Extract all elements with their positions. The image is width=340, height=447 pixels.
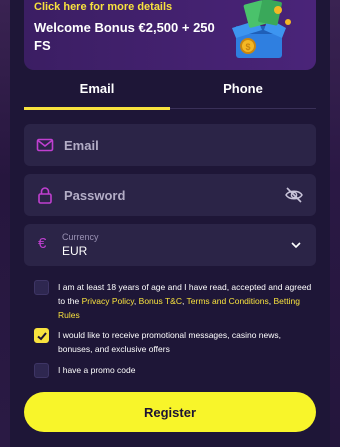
email-field-container bbox=[24, 124, 316, 166]
mail-icon bbox=[36, 138, 54, 152]
currency-select[interactable]: € Currency EUR bbox=[24, 224, 316, 266]
background-edge-left bbox=[0, 0, 10, 447]
terms-consent-text: I am at least 18 years of age and I have… bbox=[58, 282, 312, 320]
tab-email[interactable]: Email bbox=[24, 78, 170, 110]
lock-icon bbox=[38, 187, 52, 204]
banner-details-link[interactable]: Click here for more details bbox=[34, 1, 172, 13]
background-edge-right bbox=[330, 0, 340, 447]
welcome-bonus-banner[interactable]: Click here for more details Welcome Bonu… bbox=[24, 0, 316, 70]
promo-messages-checkbox[interactable] bbox=[34, 328, 49, 343]
promo-messages-row: I would like to receive promotional mess… bbox=[34, 328, 314, 356]
banner-title: Welcome Bonus €2,500 + 250 FS bbox=[34, 20, 215, 53]
tab-phone[interactable]: Phone bbox=[170, 78, 316, 110]
euro-icon: € bbox=[38, 235, 47, 252]
privacy-policy-link[interactable]: Privacy Policy bbox=[82, 296, 134, 306]
password-input[interactable] bbox=[64, 174, 264, 216]
promo-code-checkbox[interactable] bbox=[34, 363, 49, 378]
eye-off-icon[interactable] bbox=[284, 185, 304, 205]
terms-checkbox[interactable] bbox=[34, 280, 49, 295]
checkmark-icon bbox=[37, 332, 47, 341]
password-field-container bbox=[24, 174, 316, 216]
terms-conditions-link[interactable]: Terms and Conditions bbox=[187, 296, 269, 306]
svg-text:$: $ bbox=[245, 42, 250, 52]
promo-code-row: I have a promo code bbox=[34, 363, 314, 379]
promo-code-text: I have a promo code bbox=[58, 365, 136, 375]
currency-label: Currency bbox=[62, 232, 99, 242]
register-button[interactable]: Register bbox=[24, 392, 316, 432]
login-method-tabs: Email Phone bbox=[24, 78, 316, 110]
promo-messages-text: I would like to receive promotional mess… bbox=[58, 330, 281, 354]
bonus-tc-link[interactable]: Bonus T&C bbox=[139, 296, 182, 306]
gift-box-icon: $ bbox=[232, 0, 291, 58]
chevron-down-icon bbox=[291, 242, 301, 249]
currency-value: EUR bbox=[62, 244, 88, 258]
terms-consent-row: I am at least 18 years of age and I have… bbox=[34, 280, 314, 320]
tab-active-indicator bbox=[24, 107, 170, 110]
email-input[interactable] bbox=[64, 124, 264, 166]
